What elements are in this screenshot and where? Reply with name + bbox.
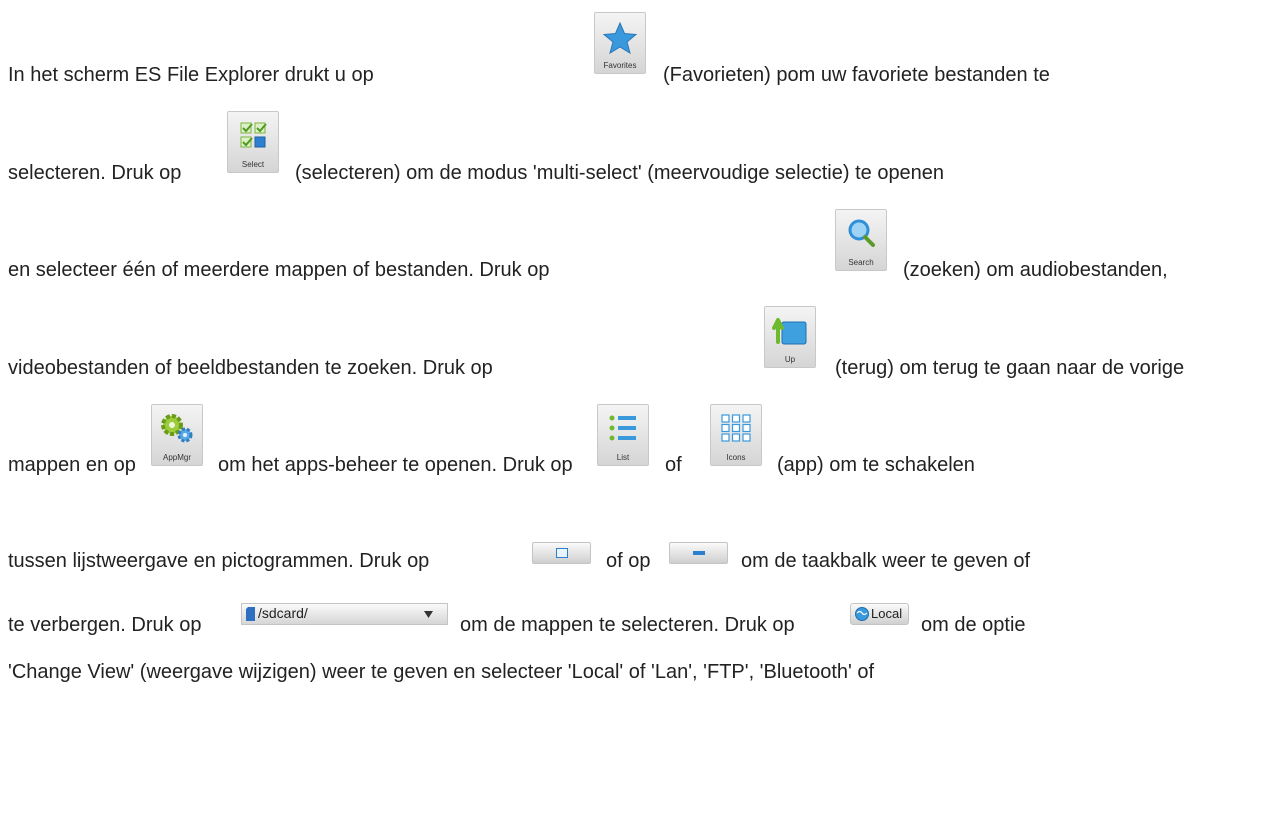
paragraph-text: mappen en op (8, 454, 136, 476)
paragraph-text: tussen lijstweergave en pictogrammen. Dr… (8, 550, 430, 572)
favorites-button[interactable]: Favorites (594, 12, 646, 74)
paragraph-text: te verbergen. Druk op (8, 614, 202, 636)
list-caption: List (616, 453, 630, 462)
search-caption: Search (848, 258, 874, 267)
folder-up-icon (772, 318, 807, 345)
select-caption: Select (241, 160, 265, 169)
checkbox-grid-icon (240, 122, 267, 148)
gears-icon (161, 414, 193, 443)
chevron-down-icon (424, 611, 433, 618)
appmgr-caption: AppMgr (162, 453, 191, 462)
local-button[interactable]: Local (850, 603, 909, 625)
local-label: Local (871, 606, 903, 621)
icons-caption: Icons (726, 453, 746, 462)
hide-taskbar-button[interactable] (669, 542, 728, 564)
paragraph-text: (zoeken) om audiobestanden, (903, 259, 1168, 281)
sdcard-icon (246, 607, 255, 621)
paragraph-text: In het scherm ES File Explorer drukt u o… (8, 64, 374, 86)
window-maximize-icon (556, 548, 568, 558)
paragraph-text: (terug) om terug te gaan naar de vorige (835, 357, 1185, 379)
paragraph-text: (Favorieten) pom uw favoriete bestanden … (663, 64, 1050, 86)
search-button[interactable]: Search (835, 209, 887, 271)
magnifier-icon (848, 219, 875, 247)
list-icon (609, 415, 636, 441)
select-button[interactable]: Select (227, 111, 279, 173)
paragraph-text: selecteren. Druk op (8, 162, 182, 184)
up-caption: Up (784, 355, 796, 364)
paragraph-text: (selecteren) om de modus 'multi-select' … (295, 162, 945, 184)
paragraph-text: en selecteer één of meerdere mappen of b… (8, 259, 550, 281)
star-icon (602, 21, 638, 55)
paragraph-text: of op (606, 550, 651, 572)
appmgr-button[interactable]: AppMgr (151, 404, 203, 466)
paragraph-text: om de optie (921, 614, 1026, 636)
icons-view-button[interactable]: Icons (710, 404, 762, 466)
paragraph-text: om het apps-beheer te openen. Druk op (218, 454, 573, 476)
favorites-caption: Favorites (603, 61, 637, 70)
grid-icon (721, 414, 751, 442)
show-taskbar-button[interactable] (532, 542, 591, 564)
paragraph-text: videobestanden of beeldbestanden te zoek… (8, 357, 493, 379)
path-value: /sdcard/ (258, 605, 308, 621)
paragraph-text: (app) om te schakelen (777, 454, 975, 476)
list-view-button[interactable]: List (597, 404, 649, 466)
window-minimize-icon (693, 551, 705, 555)
globe-icon (855, 607, 869, 621)
paragraph-text: om de taakbalk weer te geven of (741, 550, 1031, 572)
path-dropdown[interactable]: /sdcard/ (241, 603, 448, 625)
paragraph-text: om de mappen te selecteren. Druk op (460, 614, 795, 636)
paragraph-text: of (665, 454, 682, 476)
up-button[interactable]: Up (764, 306, 816, 368)
paragraph-text: 'Change View' (weergave wijzigen) weer t… (8, 661, 875, 683)
